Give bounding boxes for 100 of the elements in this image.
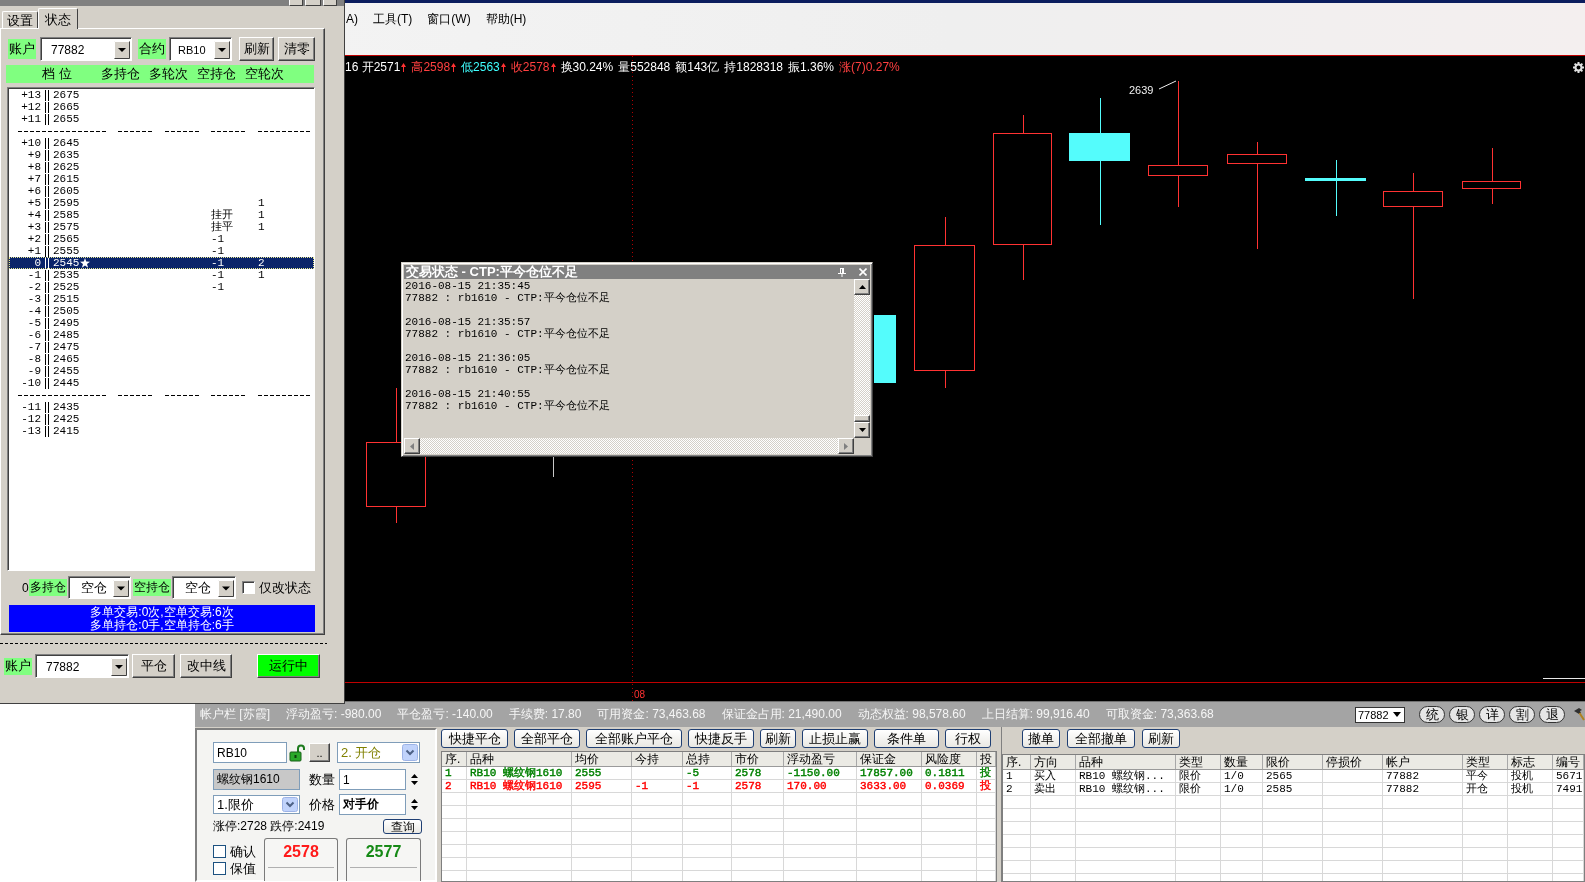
grid-row[interactable]: +3 2575 挂平 1: [9, 221, 314, 233]
round-button[interactable]: 详: [1479, 706, 1505, 723]
toolbar-button[interactable]: 快捷平仓: [441, 729, 508, 748]
toolbar-button[interactable]: 全部平仓: [514, 729, 580, 748]
grid-row[interactable]: +1 2555 -1: [9, 245, 314, 257]
buy-button[interactable]: 2578: [264, 838, 338, 881]
level-price: 2635: [52, 149, 80, 161]
toolbar-button[interactable]: 快捷反手: [688, 729, 754, 748]
round-button[interactable]: 银: [1449, 706, 1475, 723]
browse-button[interactable]: ..: [309, 743, 330, 762]
query-button[interactable]: 查询: [383, 819, 422, 834]
grid-row[interactable]: -4 2505: [9, 305, 314, 317]
grid-row[interactable]: +6 2605: [9, 185, 314, 197]
grid-row[interactable]: -6 2485: [9, 329, 314, 341]
grid-row[interactable]: -7 2475: [9, 341, 314, 353]
up-arrow-icon[interactable]: [411, 774, 418, 778]
grid-row[interactable]: +11 2655: [9, 113, 314, 125]
scroll-down-button[interactable]: [854, 422, 870, 438]
toolbar-button[interactable]: 清零: [278, 37, 315, 61]
grid-row[interactable]: +12 2665: [9, 101, 314, 113]
scroll-left-button[interactable]: [404, 438, 420, 454]
quantity-input[interactable]: 1: [339, 769, 406, 790]
maximize-button[interactable]: [305, 0, 321, 6]
action-button[interactable]: 改中线: [180, 654, 232, 678]
round-button[interactable]: 割: [1509, 706, 1535, 723]
up-arrow-icon[interactable]: [858, 285, 866, 289]
dropdown-arrow-icon[interactable]: [214, 40, 230, 59]
padlock-icon[interactable]: [289, 743, 305, 762]
checkbox[interactable]: [213, 845, 226, 858]
symbol-input[interactable]: RB10: [213, 742, 287, 763]
grid-row[interactable]: -11 2435: [9, 401, 314, 413]
checkbox[interactable]: [213, 862, 226, 875]
down-arrow-icon[interactable]: [411, 781, 418, 785]
grid-row[interactable]: -8 2465: [9, 353, 314, 365]
grid-row[interactable]: -13 2415: [9, 425, 314, 437]
account-select[interactable]: 77882: [1355, 706, 1405, 723]
grid-row[interactable]: +10 2645: [9, 137, 314, 149]
scroll-up-button[interactable]: [854, 279, 870, 295]
dropdown-arrow-icon[interactable]: [111, 657, 127, 676]
grid-row[interactable]: -5 2495: [9, 317, 314, 329]
toolbar-button[interactable]: 全部账户平仓: [586, 729, 682, 748]
contract-select[interactable]: RB10: [169, 37, 232, 61]
price-input[interactable]: 对手价: [339, 794, 406, 815]
gear-icon[interactable]: [1573, 62, 1584, 73]
grid-row[interactable]: -12 2425: [9, 413, 314, 425]
checkbox[interactable]: [241, 581, 255, 594]
level-offset: -13: [20, 425, 42, 437]
grid-row[interactable]: +5 2595 1: [9, 197, 314, 209]
menu-item[interactable]: 窗口(W): [427, 12, 471, 27]
long-position-select[interactable]: 空仓: [67, 576, 131, 599]
grid-row[interactable]: +7 2615: [9, 173, 314, 185]
scroll-right-button[interactable]: [838, 438, 854, 454]
toolbar-button[interactable]: 刷新: [760, 729, 796, 748]
minimize-button[interactable]: [289, 0, 303, 6]
sell-button[interactable]: 2577: [346, 838, 421, 881]
grid-row[interactable]: -3 2515: [9, 293, 314, 305]
grid-row[interactable]: +2 2565 -1: [9, 233, 314, 245]
round-button[interactable]: 退: [1539, 706, 1565, 723]
dropdown-arrow-icon[interactable]: [112, 579, 129, 597]
hammer-icon[interactable]: [1573, 708, 1585, 721]
grid-row[interactable]: +8 2625: [9, 161, 314, 173]
menu-item[interactable]: A): [346, 12, 358, 27]
grid-row[interactable]: -1 2535 -1 1: [9, 269, 314, 281]
order-type-select[interactable]: 1.限价: [213, 795, 300, 814]
short-position-select[interactable]: 空仓: [171, 576, 236, 599]
grid-row[interactable]: -10 2445: [9, 377, 314, 389]
account-select[interactable]: 77882: [35, 654, 129, 678]
scrollbar-thumb[interactable]: [854, 415, 870, 422]
toolbar-button[interactable]: 刷新: [239, 37, 274, 61]
toolbar-button[interactable]: 行权: [945, 729, 991, 748]
menu-item[interactable]: 工具(T): [373, 12, 413, 27]
tab[interactable]: 状态: [38, 8, 78, 29]
down-arrow-icon[interactable]: [858, 428, 866, 432]
grid-row[interactable]: -2 2525 -1: [9, 281, 314, 293]
menu-item[interactable]: 帮助(H): [485, 12, 527, 27]
toolbar-button[interactable]: 全部撤单: [1067, 729, 1135, 748]
round-button[interactable]: 统: [1419, 706, 1445, 723]
grid-row[interactable]: +13 2675: [9, 89, 314, 101]
dropdown-arrow-icon[interactable]: [114, 40, 130, 59]
down-arrow-icon[interactable]: [411, 806, 418, 810]
account-select[interactable]: 77882: [40, 37, 132, 61]
candlestick: [874, 315, 896, 383]
action-button[interactable]: 运行中: [257, 654, 320, 678]
action-select[interactable]: 2. 开仓: [337, 742, 420, 763]
toolbar-button[interactable]: 撤单: [1022, 729, 1060, 748]
up-arrow-icon[interactable]: [411, 799, 418, 803]
dropdown-arrow-icon[interactable]: [217, 579, 234, 597]
toolbar-button[interactable]: 止损止赢: [802, 729, 868, 748]
close-button[interactable]: [323, 0, 337, 6]
close-icon[interactable]: [859, 268, 867, 276]
caret-icon[interactable]: [1393, 712, 1401, 717]
grid-row[interactable]: +4 2585 挂开 1: [9, 209, 314, 221]
pin-icon[interactable]: [838, 267, 846, 277]
grid-row[interactable]: 0 2545 -1 2: [9, 257, 314, 269]
action-button[interactable]: 平仓: [132, 654, 175, 678]
toolbar-button[interactable]: 刷新: [1142, 729, 1180, 748]
tab[interactable]: 设置: [2, 11, 38, 28]
grid-row[interactable]: -9 2455: [9, 365, 314, 377]
grid-row[interactable]: +9 2635: [9, 149, 314, 161]
toolbar-button[interactable]: 条件单: [874, 729, 939, 748]
